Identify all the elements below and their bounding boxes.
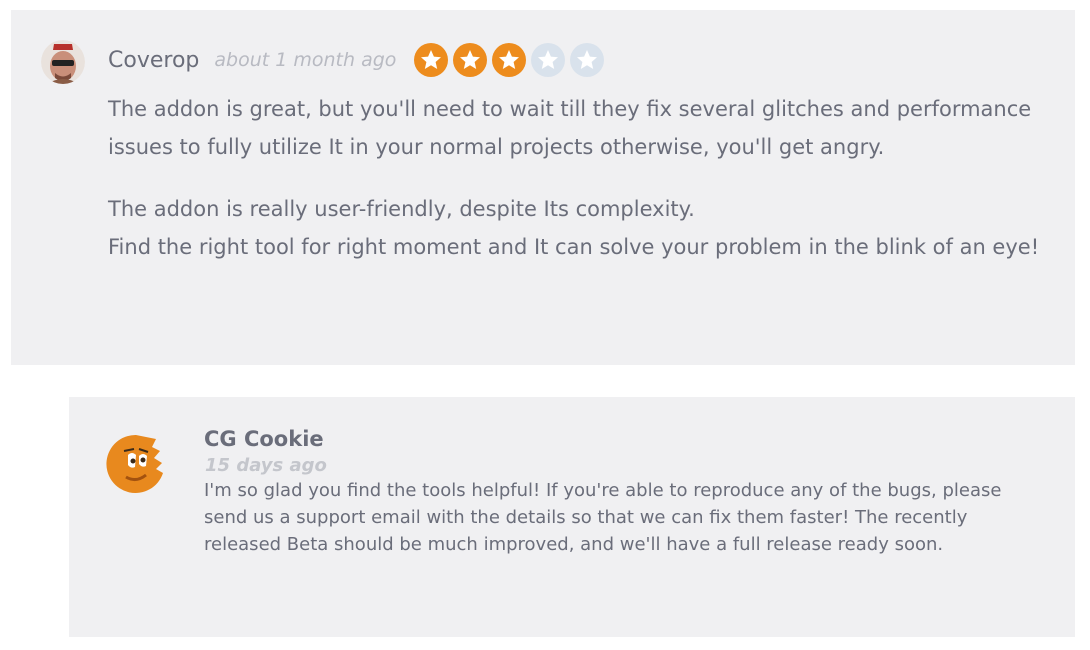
reply-time: 15 days ago: [205, 455, 327, 476]
rating-star: [570, 43, 605, 77]
reply-body: I'm so glad you find the tools helpful! …: [204, 480, 1002, 555]
cg-cookie-logo-icon: [106, 434, 163, 493]
review-paragraph: The addon is great, but you'll need to w…: [108, 97, 1032, 159]
reviewer-name[interactable]: Coverop: [108, 48, 199, 73]
star-icon: [421, 50, 442, 69]
reviewer-avatar[interactable]: [41, 40, 85, 84]
review-paragraph: Find the right tool for right moment and…: [108, 235, 1040, 259]
review-time: about 1 month ago: [214, 49, 397, 71]
rating-stars: [414, 43, 609, 77]
reply-author-name[interactable]: CG Cookie: [204, 427, 324, 451]
review-paragraph: The addon is really user-friendly, despi…: [108, 197, 695, 221]
rating-star: [414, 43, 449, 77]
star-icon: [460, 50, 481, 69]
reply-card: CG Cookie 15 days ago I'm so glad you fi…: [69, 397, 1075, 637]
review-card: Coverop about 1 month ago The addon is g…: [11, 10, 1075, 365]
rating-star: [453, 43, 488, 77]
rating-star: [492, 43, 527, 77]
star-icon: [577, 50, 598, 69]
reply-avatar[interactable]: [106, 433, 166, 495]
star-icon: [538, 50, 559, 69]
star-icon: [499, 50, 520, 69]
user-avatar-icon: [41, 40, 85, 84]
rating-star: [531, 43, 566, 77]
review-header: Coverop about 1 month ago: [108, 43, 609, 77]
review-body: The addon is great, but you'll need to w…: [108, 90, 1048, 266]
